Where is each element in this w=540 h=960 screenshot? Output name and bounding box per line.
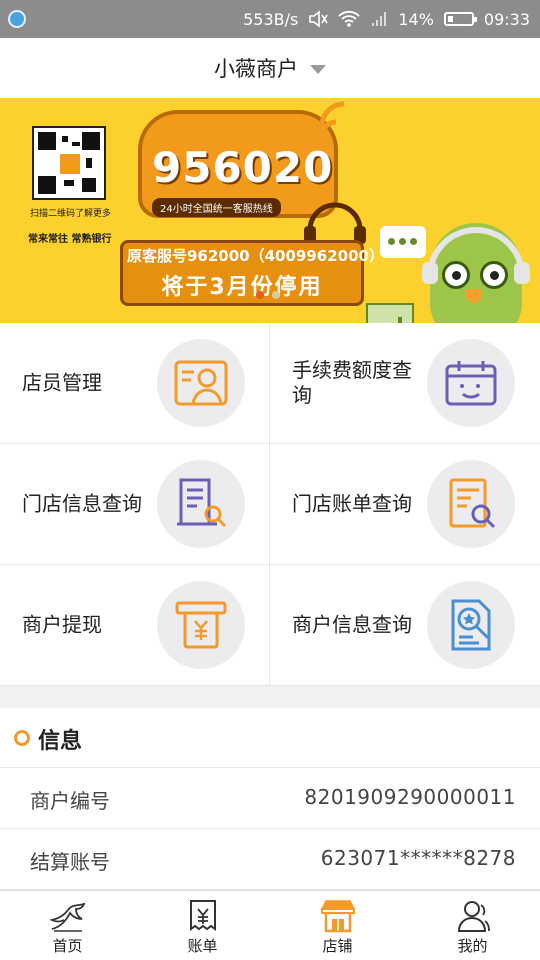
bank-slogan: 常来常往 常熟银行 [28,234,112,245]
info-key: 结算账号 [30,850,110,874]
stop-notice: 将于3月份停用 [161,275,323,300]
hotline-subtitle: 24小时全国统一客服热线 [152,198,281,217]
tab-shop[interactable]: 店铺 [270,891,405,960]
wifi-icon [338,10,360,27]
grid-item-withdraw[interactable]: 商户提现 [0,565,270,686]
hotline-number: 956020 [152,143,334,192]
store-info-icon [157,460,245,548]
old-hotline-notice: 原客服号962000（4009962000） 将于3月份停用 [120,240,384,306]
store-bill-icon [427,460,515,548]
tab-profile[interactable]: 我的 [405,891,540,960]
mascot-headset-icon [422,227,530,284]
header[interactable]: 小薇商户 [0,38,540,98]
grid-item-label: 商户提现 [22,612,102,637]
status-bar: 553B/s 14% 09:33 [0,0,540,38]
qr-caption: 扫描二维码了解更多 [30,209,112,219]
info-row-settlement-account: 结算账号 623071******8278 [0,829,540,890]
tab-label: 账单 [187,937,218,955]
profile-icon [457,901,490,932]
battery-percent: 14% [398,9,434,29]
promo-banner[interactable]: 扫描二维码了解更多 常来常往 常熟银行 956020 24小时全国统一客服热线 … [0,98,540,323]
grid-item-merchant-info[interactable]: 商户信息查询 [270,565,540,686]
qr-code-icon [32,126,106,200]
grid-item-label: 商户信息查询 [292,612,412,637]
mute-icon [309,10,329,28]
bar-chart-icon [366,303,414,323]
grid-item-label: 手续费额度查询 [292,358,412,407]
clock: 09:33 [483,9,530,29]
info-key: 商户编号 [30,789,110,813]
tab-home[interactable]: 首页 [0,891,135,960]
shop-icon [320,900,355,933]
function-grid: 店员管理 手续费额度查询 门店信息查询 门店账单查询 商户提现 商户信息查询 [0,323,540,686]
dropdown-caret-icon[interactable] [310,65,326,74]
signal-icon [372,12,387,26]
fee-quota-icon [427,339,515,427]
grid-item-store-bill[interactable]: 门店账单查询 [270,444,540,565]
merchant-info-icon [427,581,515,669]
info-title: 信息 [38,729,83,754]
carousel-dot[interactable] [256,291,264,299]
grid-item-label: 店员管理 [22,370,102,395]
network-speed: 553B/s [243,9,299,29]
bottom-tab-bar: 首页 账单 店铺 我的 [0,890,540,960]
merchant-title[interactable]: 小薇商户 [214,53,298,83]
battery-icon [443,12,477,26]
tab-bill[interactable]: 账单 [135,891,270,960]
tab-label: 店铺 [322,937,353,955]
tab-label: 首页 [52,937,83,955]
grid-item-store-info[interactable]: 门店信息查询 [0,444,270,565]
section-ring-icon [14,730,30,746]
info-section: 信息 商户编号 8201909290000011 结算账号 623071****… [0,708,540,890]
tab-label: 我的 [457,937,488,955]
info-value: 8201909290000011 [304,785,516,809]
withdraw-icon [157,581,245,669]
info-value: 623071******8278 [320,846,516,870]
wave-icon [319,101,345,137]
staff-management-icon [157,339,245,427]
grid-item-label: 门店信息查询 [22,491,142,516]
grid-item-staff-management[interactable]: 店员管理 [0,323,270,444]
status-right: 553B/s 14% 09:33 [243,0,530,38]
old-hotline: 原客服号962000（4009962000） [127,247,384,265]
carousel-dot[interactable] [272,291,280,299]
home-icon [48,902,85,932]
bill-icon [189,900,216,931]
grid-item-fee-quota[interactable]: 手续费额度查询 [270,323,540,444]
info-header: 信息 [0,708,540,768]
grid-item-label: 门店账单查询 [292,491,412,516]
info-row-merchant-id: 商户编号 8201909290000011 [0,768,540,829]
carousel-dots[interactable] [256,291,280,299]
app-notification-icon [8,10,26,28]
